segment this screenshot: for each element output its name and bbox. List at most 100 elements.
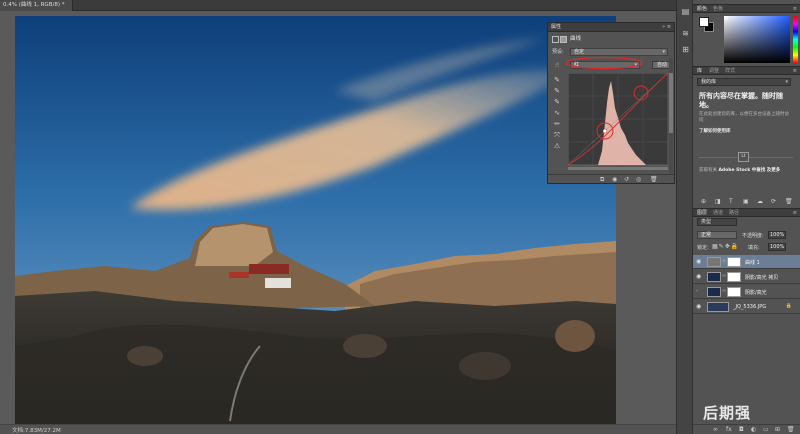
layer-filter-select[interactable]: 类型: [697, 218, 737, 226]
visibility-icon[interactable]: ◎: [636, 176, 641, 183]
libraries-description: 在此处创建您的库，以便在多台设备上随时访问: [699, 112, 789, 123]
reset-icon[interactable]: ↺: [624, 176, 629, 183]
mask-thumbnail[interactable]: [727, 257, 741, 267]
layers-panel-menu-icon[interactable]: ≡: [793, 209, 797, 217]
add-style-icon[interactable]: ▣: [743, 198, 749, 205]
preset-label: 预设:: [552, 49, 564, 55]
tab-paths[interactable]: 路径: [729, 209, 739, 217]
curve-point-icon[interactable]: ∿: [552, 108, 562, 118]
lock-label: 锁定:: [697, 245, 709, 251]
tab-swatches[interactable]: 色板: [713, 5, 723, 13]
new-adjustment-icon[interactable]: ◐: [751, 426, 756, 433]
mask-icon[interactable]: [560, 36, 567, 43]
link-icon: ∞: [722, 273, 727, 279]
layer-name[interactable]: _JQ_5336.JPG: [733, 304, 766, 310]
tab-channels[interactable]: 通道: [713, 209, 723, 217]
layer-name[interactable]: 阴影/高光: [745, 289, 767, 296]
trash-icon[interactable]: 🗑: [650, 176, 658, 183]
target-adjust-icon[interactable]: ☝: [552, 60, 562, 70]
layers-footer: ∞ fx ◘ ◐ ▭ ⊞ 🗑: [693, 424, 800, 434]
link-layers-icon[interactable]: ∞: [713, 426, 718, 433]
right-dock: 颜色 色板 ≡ 库 调整 样式 ≡ 我的库 所有内容尽在掌握。随时随地。 在此处…: [693, 0, 800, 434]
properties-icon[interactable]: ≋: [680, 28, 691, 39]
document-tab-strip: 0.4% (曲线 1, RGB/8) *: [0, 0, 676, 11]
layers-panel-header: 图层 通道 路径 ≡: [693, 208, 800, 217]
eye-icon[interactable]: ◉: [696, 303, 701, 310]
document-size-status[interactable]: 文档:7.83M/27.2M: [12, 426, 61, 434]
link-icon: ∞: [722, 258, 727, 264]
color-panel-header: 颜色 色板 ≡: [693, 4, 800, 13]
tab-styles[interactable]: 样式: [725, 67, 735, 75]
properties-scrollbar[interactable]: [669, 58, 673, 173]
library-select[interactable]: 我的库: [697, 78, 791, 86]
opacity-input[interactable]: 100%: [768, 231, 786, 239]
watermark-logo: 后期强: [703, 404, 752, 422]
new-group-icon[interactable]: ▭: [763, 426, 769, 433]
color-panel-menu-icon[interactable]: ≡: [793, 5, 797, 13]
adjustment-name: 曲线: [570, 36, 582, 42]
preset-dropdown[interactable]: 自定: [570, 48, 668, 56]
libraries-headline: 所有内容尽在掌握。随时随地。: [699, 92, 783, 109]
add-graphic-icon[interactable]: ⊕: [701, 198, 706, 205]
blend-mode-select[interactable]: 正常: [697, 231, 737, 239]
add-color-icon[interactable]: ◨: [715, 198, 721, 205]
lock-options-icon[interactable]: ▦✎✥🔒: [712, 243, 739, 250]
panel-menu-icon[interactable]: » ≡: [662, 23, 671, 32]
hue-slider[interactable]: [793, 16, 798, 63]
layer-row-shadow-copy[interactable]: ◉ ∞ 阴影/高光 拷贝: [693, 270, 800, 284]
tab-layers[interactable]: 图层: [697, 209, 707, 217]
properties-title-bar: 属性 » ≡: [548, 23, 674, 32]
adjustment-thumbnail: [707, 257, 721, 267]
adobe-stock-link[interactable]: Adobe Stock 中查找: [718, 168, 765, 173]
opacity-label: 不透明度:: [742, 233, 764, 239]
canvas-photo[interactable]: [15, 16, 616, 424]
color-picker-field[interactable]: [724, 16, 790, 63]
new-layer-icon[interactable]: ⊞: [775, 426, 780, 433]
document-tab[interactable]: 0.4% (曲线 1, RGB/8) *: [0, 0, 74, 11]
delete-layer-icon[interactable]: 🗑: [787, 426, 795, 433]
link-icon: ∞: [722, 288, 727, 294]
layer-thumbnail: [707, 272, 721, 282]
smooth-icon[interactable]: ⤧: [552, 130, 562, 140]
fx-icon[interactable]: fx: [726, 426, 732, 433]
add-text-icon[interactable]: T: [729, 198, 733, 205]
curve-tools: ✎ ✎ ✎ ∿ ✏ ⤧ ⚠: [552, 75, 562, 152]
clip-to-layer-icon[interactable]: ⧉: [600, 176, 604, 184]
layer-row-curves[interactable]: ◉ ∞ 曲线 1: [693, 255, 800, 269]
tab-libraries[interactable]: 库: [697, 67, 702, 75]
add-mask-icon[interactable]: ◘: [739, 426, 744, 433]
cloud-icon[interactable]: ☁: [757, 198, 763, 205]
learn-libraries-link[interactable]: 了解如何使用库: [699, 128, 731, 134]
clipping-warning-icon[interactable]: ⚠: [552, 141, 562, 151]
adobe-stock-text: 获取有关 Adobe Stock 中查找 及更多: [699, 168, 781, 173]
eyedropper-black-icon[interactable]: ✎: [552, 75, 562, 85]
lock-icon: 🔒: [785, 303, 792, 309]
mask-thumbnail[interactable]: [727, 287, 741, 297]
info-icon[interactable]: ⊞: [680, 44, 691, 55]
layer-name[interactable]: 曲线 1: [745, 259, 760, 266]
fill-input[interactable]: 100%: [768, 243, 786, 251]
eye-icon[interactable]: ◉: [696, 273, 701, 280]
properties-tab[interactable]: 属性: [551, 23, 561, 32]
pencil-icon[interactable]: ✏: [552, 119, 562, 129]
layer-row-shadow[interactable]: · ∞ 阴影/高光: [693, 285, 800, 299]
layer-row-background[interactable]: ◉ _JQ_5336.JPG 🔒: [693, 300, 800, 314]
mask-thumbnail[interactable]: [727, 272, 741, 282]
history-icon[interactable]: ▤: [680, 6, 691, 17]
eye-icon[interactable]: ·: [696, 288, 698, 295]
foreground-color-swatch[interactable]: [699, 17, 709, 27]
layer-name[interactable]: 阴影/高光 拷贝: [745, 274, 778, 281]
tab-adjustments[interactable]: 调整: [709, 67, 719, 75]
library-trash-icon[interactable]: 🗑: [785, 198, 793, 205]
curves-adjustment-icon: [552, 36, 559, 43]
curves-graph[interactable]: [568, 73, 668, 171]
channel-highlight-circle: [565, 56, 643, 70]
sync-icon[interactable]: ⟳: [771, 198, 776, 205]
view-previous-icon[interactable]: ◉: [612, 176, 617, 183]
libraries-panel-header: 库 调整 样式 ≡: [693, 66, 800, 75]
libraries-panel-menu-icon[interactable]: ≡: [793, 67, 797, 75]
eyedropper-white-icon[interactable]: ✎: [552, 97, 562, 107]
eyedropper-gray-icon[interactable]: ✎: [552, 86, 562, 96]
eye-icon[interactable]: ◉: [696, 258, 701, 265]
tab-color[interactable]: 颜色: [697, 5, 707, 13]
